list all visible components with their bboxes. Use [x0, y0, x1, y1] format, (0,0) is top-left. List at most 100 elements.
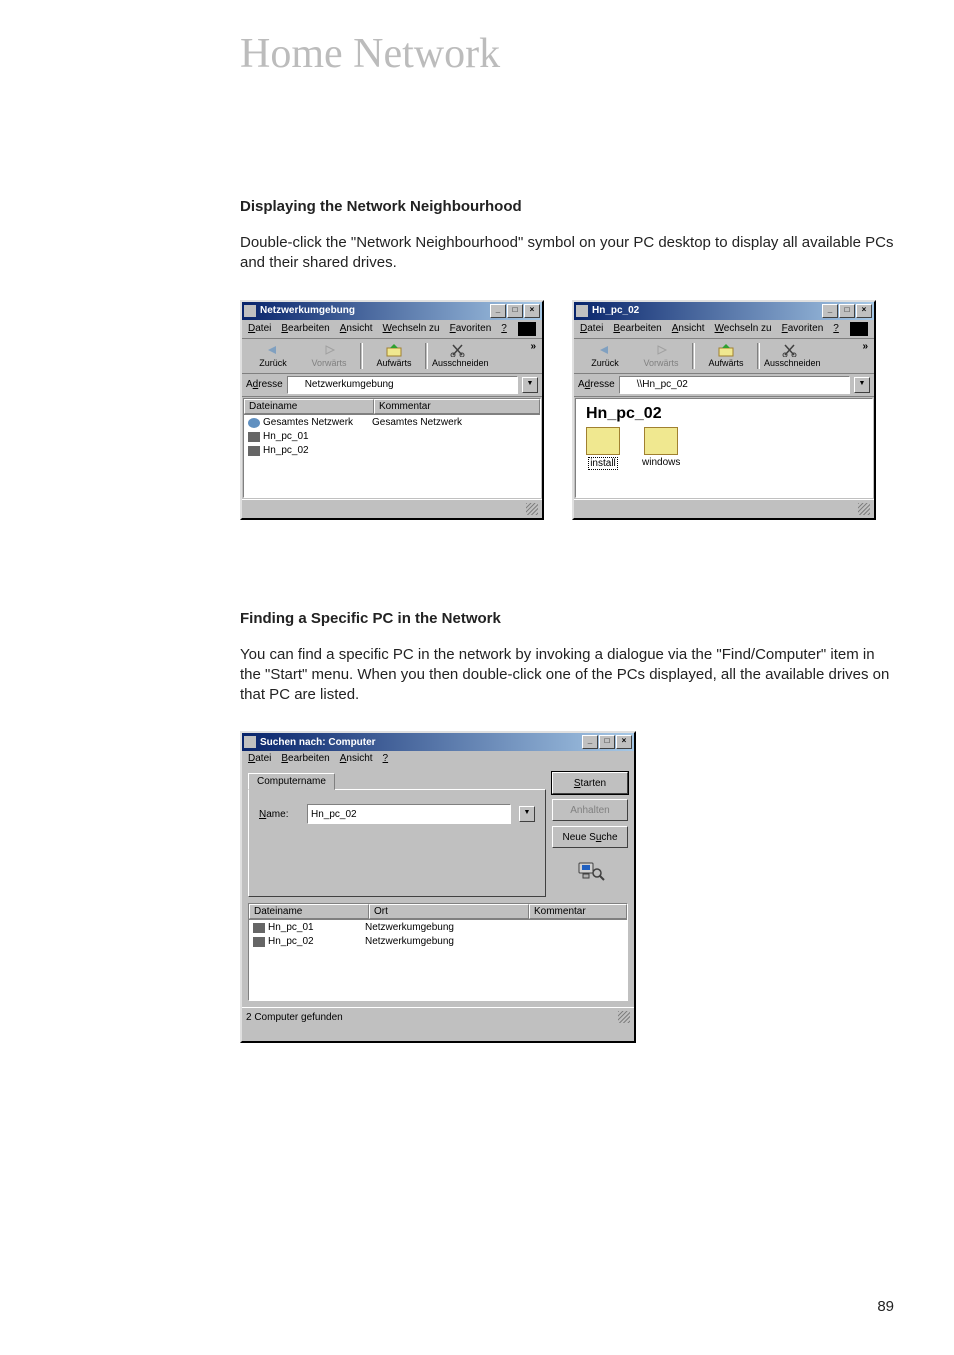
name-label: Name:	[259, 809, 299, 820]
back-button[interactable]: Zurück	[246, 341, 300, 369]
separator	[757, 343, 760, 369]
menu-item[interactable]: Ansicht	[340, 753, 373, 764]
button-column: Starten Anhalten Neue Suche	[552, 772, 628, 897]
folder-heading: Hn_pc_02	[576, 399, 872, 425]
window-title: Suchen nach: Computer	[260, 737, 578, 748]
menu-item[interactable]: Bearbeiten	[281, 323, 329, 334]
cut-button[interactable]: Ausschneiden	[432, 341, 486, 369]
address-input[interactable]: Netzwerkumgebung	[287, 376, 518, 394]
column-header[interactable]: Dateiname	[244, 399, 374, 414]
start-button[interactable]: Starten	[552, 772, 628, 794]
column-header[interactable]: Kommentar	[529, 904, 627, 919]
section-body-2: You can find a specific PC in the networ…	[240, 645, 894, 706]
resize-grip[interactable]	[526, 503, 538, 515]
address-bar: Adresse Netzwerkumgebung ▼	[242, 374, 542, 397]
list-item[interactable]: Hn_pc_01 Netzwerkumgebung	[253, 921, 623, 935]
forward-button: Vorwärts	[634, 341, 688, 369]
back-button[interactable]: Zurück	[578, 341, 632, 369]
menu-item[interactable]: Bearbeiten	[281, 753, 329, 764]
close-button[interactable]: ×	[616, 735, 632, 749]
minimize-button[interactable]: _	[822, 304, 838, 318]
menu-item[interactable]: Favoriten	[782, 323, 824, 334]
up-folder-icon	[385, 343, 403, 357]
search-animation-icon	[572, 857, 608, 885]
new-search-button[interactable]: Neue Suche	[552, 826, 628, 848]
section-body-1: Double-click the "Network Neighbourhood"…	[240, 233, 894, 274]
brand-logo	[850, 322, 868, 336]
separator	[360, 343, 363, 369]
menu-item[interactable]: ?	[501, 323, 507, 334]
computer-icon	[622, 379, 634, 391]
close-button[interactable]: ×	[856, 304, 872, 318]
toolbar-overflow[interactable]: »	[862, 341, 870, 352]
scissors-icon	[450, 343, 468, 357]
menu-item[interactable]: Datei	[580, 323, 603, 334]
titlebar: Netzwerkumgebung _ □ ×	[242, 302, 542, 320]
menu-item[interactable]: Ansicht	[340, 323, 373, 334]
column-header[interactable]: Dateiname	[249, 904, 369, 919]
brand-logo	[518, 322, 536, 336]
tab-content: Name: Hn_pc_02 ▼	[248, 789, 546, 897]
section-heading-1: Displaying the Network Neighbourhood	[240, 198, 894, 215]
column-header[interactable]: Ort	[369, 904, 529, 919]
window-find-computer: Suchen nach: Computer _ □ × Datei Bearbe…	[240, 731, 636, 1043]
menu-item[interactable]: Datei	[248, 323, 271, 334]
titlebar: Suchen nach: Computer _ □ ×	[242, 733, 634, 751]
maximize-button[interactable]: □	[839, 304, 855, 318]
computer-icon	[576, 305, 588, 317]
separator	[425, 343, 428, 369]
tab-computername[interactable]: Computername	[248, 773, 335, 790]
tab-pane: Computername Name: Hn_pc_02 ▼	[248, 772, 546, 897]
up-button[interactable]: Aufwärts	[367, 341, 421, 369]
globe-icon	[248, 418, 260, 428]
list-item[interactable]: Hn_pc_01	[248, 430, 536, 444]
menu-item[interactable]: Wechseln zu	[383, 323, 440, 334]
figure-row-1: Netzwerkumgebung _ □ × Datei Bearbeiten …	[240, 300, 894, 520]
menu-item[interactable]: Ansicht	[672, 323, 705, 334]
computer-icon	[248, 446, 260, 456]
resize-grip[interactable]	[618, 1011, 630, 1023]
minimize-button[interactable]: _	[490, 304, 506, 318]
name-dropdown-button[interactable]: ▼	[519, 806, 535, 822]
address-bar: Adresse \\Hn_pc_02 ▼	[574, 374, 874, 397]
folder-icon-item[interactable]: windows	[642, 427, 680, 470]
list-item[interactable]: Gesamtes Netzwerk Gesamtes Netzwerk	[248, 416, 536, 430]
status-bar: 2 Computer gefunden	[242, 1007, 634, 1026]
address-input[interactable]: \\Hn_pc_02	[619, 376, 850, 394]
menu-item[interactable]: ?	[383, 753, 389, 764]
up-button[interactable]: Aufwärts	[699, 341, 753, 369]
column-headers: Dateiname Kommentar	[244, 399, 540, 415]
cut-button[interactable]: Ausschneiden	[764, 341, 818, 369]
close-button[interactable]: ×	[524, 304, 540, 318]
stop-button: Anhalten	[552, 799, 628, 821]
folder-icon-item[interactable]: install	[586, 427, 620, 470]
menu-item[interactable]: ?	[833, 323, 839, 334]
maximize-button[interactable]: □	[507, 304, 523, 318]
item-location: Netzwerkumgebung	[365, 935, 454, 949]
forward-arrow-icon	[320, 343, 338, 357]
menu-item[interactable]: Wechseln zu	[715, 323, 772, 334]
item-name: Hn_pc_02	[268, 935, 362, 949]
button-label: Anhalten	[570, 805, 609, 816]
maximize-button[interactable]: □	[599, 735, 615, 749]
computer-icon	[248, 432, 260, 442]
list-item[interactable]: Hn_pc_02 Netzwerkumgebung	[253, 935, 623, 949]
computer-icon	[253, 937, 265, 947]
menu-item[interactable]: Datei	[248, 753, 271, 764]
address-dropdown-button[interactable]: ▼	[522, 377, 538, 393]
minimize-button[interactable]: _	[582, 735, 598, 749]
column-header[interactable]: Kommentar	[374, 399, 540, 414]
item-name: Hn_pc_02	[263, 444, 309, 458]
file-list-pane: Dateiname Kommentar Gesamtes Netzwerk Ge…	[243, 398, 541, 498]
section-heading-2: Finding a Specific PC in the Network	[240, 610, 894, 627]
toolbar-label: Aufwärts	[376, 358, 411, 368]
list-item[interactable]: Hn_pc_02	[248, 444, 536, 458]
back-arrow-icon	[264, 343, 282, 357]
address-dropdown-button[interactable]: ▼	[854, 377, 870, 393]
results-list: Dateiname Ort Kommentar Hn_pc_01 Netzwer…	[248, 903, 628, 1001]
toolbar-overflow[interactable]: »	[530, 341, 538, 352]
resize-grip[interactable]	[858, 503, 870, 515]
menu-item[interactable]: Bearbeiten	[613, 323, 661, 334]
menu-item[interactable]: Favoriten	[450, 323, 492, 334]
name-input[interactable]: Hn_pc_02	[307, 804, 511, 824]
